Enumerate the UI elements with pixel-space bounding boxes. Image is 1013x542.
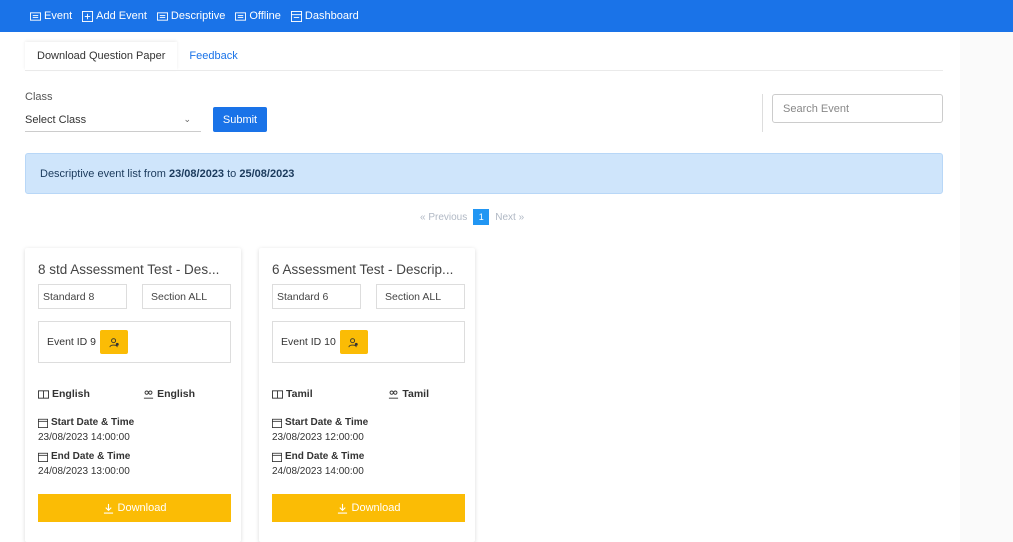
date-range-banner: Descriptive event list from 23/08/2023 t… xyxy=(25,153,943,194)
start-date-block: Start Date & Time 23/08/2023 12:00:00 xyxy=(272,415,368,445)
end-date-label: End Date & Time xyxy=(38,449,130,464)
list-icon xyxy=(156,11,168,21)
event-card: 8 std Assessment Test - Des... Standard … xyxy=(25,248,241,542)
start-date-label: Start Date & Time xyxy=(272,415,368,430)
tab-divider xyxy=(25,70,943,71)
tab-feedback[interactable]: Feedback xyxy=(177,42,249,70)
class-select-value: Select Class xyxy=(25,113,87,126)
download-icon xyxy=(103,503,113,514)
start-date-value: 23/08/2023 12:00:00 xyxy=(272,432,364,443)
event-id-box: Event ID 9 xyxy=(38,321,231,363)
people-icon xyxy=(389,390,399,399)
submit-button[interactable]: Submit xyxy=(213,107,267,132)
language-row: Tamil Tamil xyxy=(272,388,465,400)
medium-item: Tamil xyxy=(388,388,429,400)
download-label: Download xyxy=(117,502,167,514)
end-date-label: End Date & Time xyxy=(272,449,364,464)
end-date-value: 24/08/2023 14:00:00 xyxy=(272,466,364,477)
download-label: Download xyxy=(351,502,401,514)
book-icon xyxy=(38,389,49,399)
banner-from-date: 23/08/2023 xyxy=(169,167,225,180)
download-button[interactable]: Download xyxy=(272,494,465,522)
add-icon xyxy=(82,10,94,22)
language-label: English xyxy=(52,388,90,400)
main-content: Download Question Paper Feedback Class S… xyxy=(0,32,960,542)
nav-label-offline: Offline xyxy=(249,10,281,22)
event-users-button[interactable] xyxy=(339,330,368,354)
end-date-block: End Date & Time 24/08/2023 13:00:00 xyxy=(38,449,130,479)
standard-badge: Standard 6 xyxy=(272,284,361,309)
start-date-label: Start Date & Time xyxy=(38,415,134,430)
nav-item-offline[interactable]: Offline xyxy=(235,10,281,22)
medium-label: Tamil xyxy=(402,388,429,400)
top-navbar: Event Add Event Descriptive Offline Dash… xyxy=(0,0,1013,32)
calendar-icon xyxy=(272,452,282,462)
start-date-label-text: Start Date & Time xyxy=(285,417,369,428)
event-card-title: 8 std Assessment Test - Des... xyxy=(38,262,220,277)
start-date-block: Start Date & Time 23/08/2023 14:00:00 xyxy=(38,415,134,445)
nav-label-dashboard: Dashboard xyxy=(304,10,359,22)
dashboard-icon xyxy=(290,10,302,22)
standard-badge: Standard 8 xyxy=(38,284,127,309)
nav-item-descriptive[interactable]: Descriptive xyxy=(156,10,226,22)
pagination-previous[interactable]: « Previous xyxy=(420,212,467,223)
pagination: « Previous 1 Next » xyxy=(420,209,524,225)
event-id-label: Event ID 9 xyxy=(47,336,97,348)
end-date-label-text: End Date & Time xyxy=(51,451,131,462)
chevron-down-icon: ⌄ xyxy=(183,114,191,124)
event-id-box: Event ID 10 xyxy=(272,321,465,363)
pagination-next[interactable]: Next » xyxy=(495,212,524,223)
nav-label-descriptive: Descriptive xyxy=(170,10,226,22)
nav-item-event[interactable]: Event xyxy=(30,10,72,22)
calendar-icon xyxy=(38,418,48,428)
tab-download-question-paper[interactable]: Download Question Paper xyxy=(25,42,178,70)
section-badge: Section ALL xyxy=(376,284,465,309)
language-label: Tamil xyxy=(286,388,313,400)
event-users-button[interactable] xyxy=(100,330,129,354)
search-divider xyxy=(762,94,763,132)
nav-item-add-event[interactable]: Add Event xyxy=(82,10,147,22)
download-button[interactable]: Download xyxy=(38,494,231,522)
language-item: Tamil xyxy=(272,388,313,400)
tab-bar: Download Question Paper Feedback xyxy=(25,42,250,70)
start-date-label-text: Start Date & Time xyxy=(51,417,135,428)
medium-label: English xyxy=(157,388,195,400)
calendar-icon xyxy=(38,452,48,462)
users-icon xyxy=(108,337,119,347)
people-icon xyxy=(143,390,154,399)
end-date-label-text: End Date & Time xyxy=(285,451,365,462)
event-id-label: Event ID 10 xyxy=(281,336,336,348)
section-badge: Section ALL xyxy=(142,284,231,309)
end-date-block: End Date & Time 24/08/2023 14:00:00 xyxy=(272,449,364,479)
banner-mid: to xyxy=(227,167,237,180)
start-date-value: 23/08/2023 14:00:00 xyxy=(38,432,130,443)
pagination-page-1[interactable]: 1 xyxy=(473,209,490,225)
users-icon xyxy=(348,337,359,347)
language-row: English English xyxy=(38,388,231,400)
class-select[interactable]: Select Class ⌄ xyxy=(25,108,201,132)
medium-item: English xyxy=(143,388,195,400)
search-input[interactable] xyxy=(772,94,943,123)
end-date-value: 24/08/2023 13:00:00 xyxy=(38,466,130,477)
nav-item-dashboard[interactable]: Dashboard xyxy=(290,10,359,22)
banner-prefix: Descriptive event list from xyxy=(40,167,166,180)
list-icon xyxy=(30,11,41,21)
book-icon xyxy=(272,389,283,399)
nav-label-add-event: Add Event xyxy=(96,10,147,22)
event-card-title: 6 Assessment Test - Descrip... xyxy=(272,262,454,277)
calendar-icon xyxy=(272,418,282,428)
banner-to-date: 25/08/2023 xyxy=(239,167,295,180)
class-label: Class xyxy=(25,91,53,103)
list-icon xyxy=(235,11,247,21)
language-item: English xyxy=(38,388,90,400)
event-card: 6 Assessment Test - Descrip... Standard … xyxy=(259,248,475,542)
download-icon xyxy=(337,503,347,514)
nav-label-event: Event xyxy=(44,10,73,22)
